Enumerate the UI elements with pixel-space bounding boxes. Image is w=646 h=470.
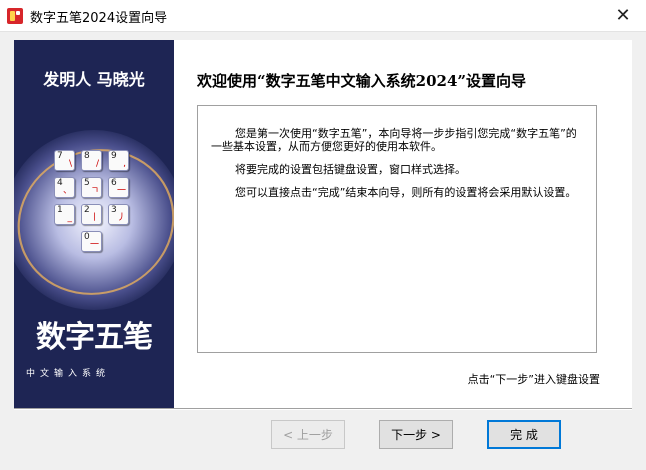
intro-paragraph: 您是第一次使用“数字五笔”，本向导将一步步指引您完成“数字五笔”的一些基本设置，…: [211, 127, 577, 153]
keypad-key: 3丿: [108, 204, 129, 225]
brand-subtitle: 中文输入系统: [26, 369, 111, 379]
brand-logo-text: 数字五笔: [36, 320, 153, 355]
close-button[interactable]: ✕: [600, 0, 646, 31]
page-title: 欢迎使用“数字五笔中文输入系统2024”设置向导: [197, 72, 527, 90]
brand-sidebar: 发明人 马晓光 7 \ 8/ 9, 4、 5ㄱ 6一 1 _ 2丨 3丿 0一 数字…: [14, 40, 174, 408]
keypad-key: 0一: [81, 231, 102, 252]
keypad-key: 6一: [108, 177, 129, 198]
next-button[interactable]: 下一步 >: [379, 420, 453, 449]
keypad-key: 4、: [54, 177, 75, 198]
intro-paragraph: 您可以直接点击“完成”结束本向导，则所有的设置将会采用默认设置。: [235, 186, 577, 199]
inventor-label: 发明人 马晓光: [43, 70, 145, 89]
keypad-key: 7 \: [54, 150, 75, 171]
keypad-key: 1 _: [54, 204, 75, 225]
finish-button[interactable]: 完 成: [487, 420, 561, 449]
divider: [14, 408, 632, 410]
app-logo-icon: [7, 8, 23, 24]
prev-button[interactable]: < 上一步: [271, 420, 345, 449]
wizard-panel: 发明人 马晓光 7 \ 8/ 9, 4、 5ㄱ 6一 1 _ 2丨 3丿 0一 数字…: [14, 40, 632, 408]
intro-paragraph: 将要完成的设置包括键盘设置，窗口样式选择。: [235, 163, 466, 176]
window-title: 数字五笔2024设置向导: [30, 11, 168, 26]
next-step-hint: 点击“下一步”进入键盘设置: [467, 373, 600, 386]
intro-text-box: 您是第一次使用“数字五笔”，本向导将一步步指引您完成“数字五笔”的一些基本设置，…: [197, 105, 597, 353]
keypad-key: 8/: [81, 150, 102, 171]
title-bar: 数字五笔2024设置向导 ✕: [0, 0, 646, 32]
keypad-key: 5ㄱ: [81, 177, 102, 198]
keypad-key: 9,: [108, 150, 129, 171]
keypad-key: 2丨: [81, 204, 102, 225]
keypad-illustration: 7 \ 8/ 9, 4、 5ㄱ 6一 1 _ 2丨 3丿 0一: [54, 150, 134, 270]
